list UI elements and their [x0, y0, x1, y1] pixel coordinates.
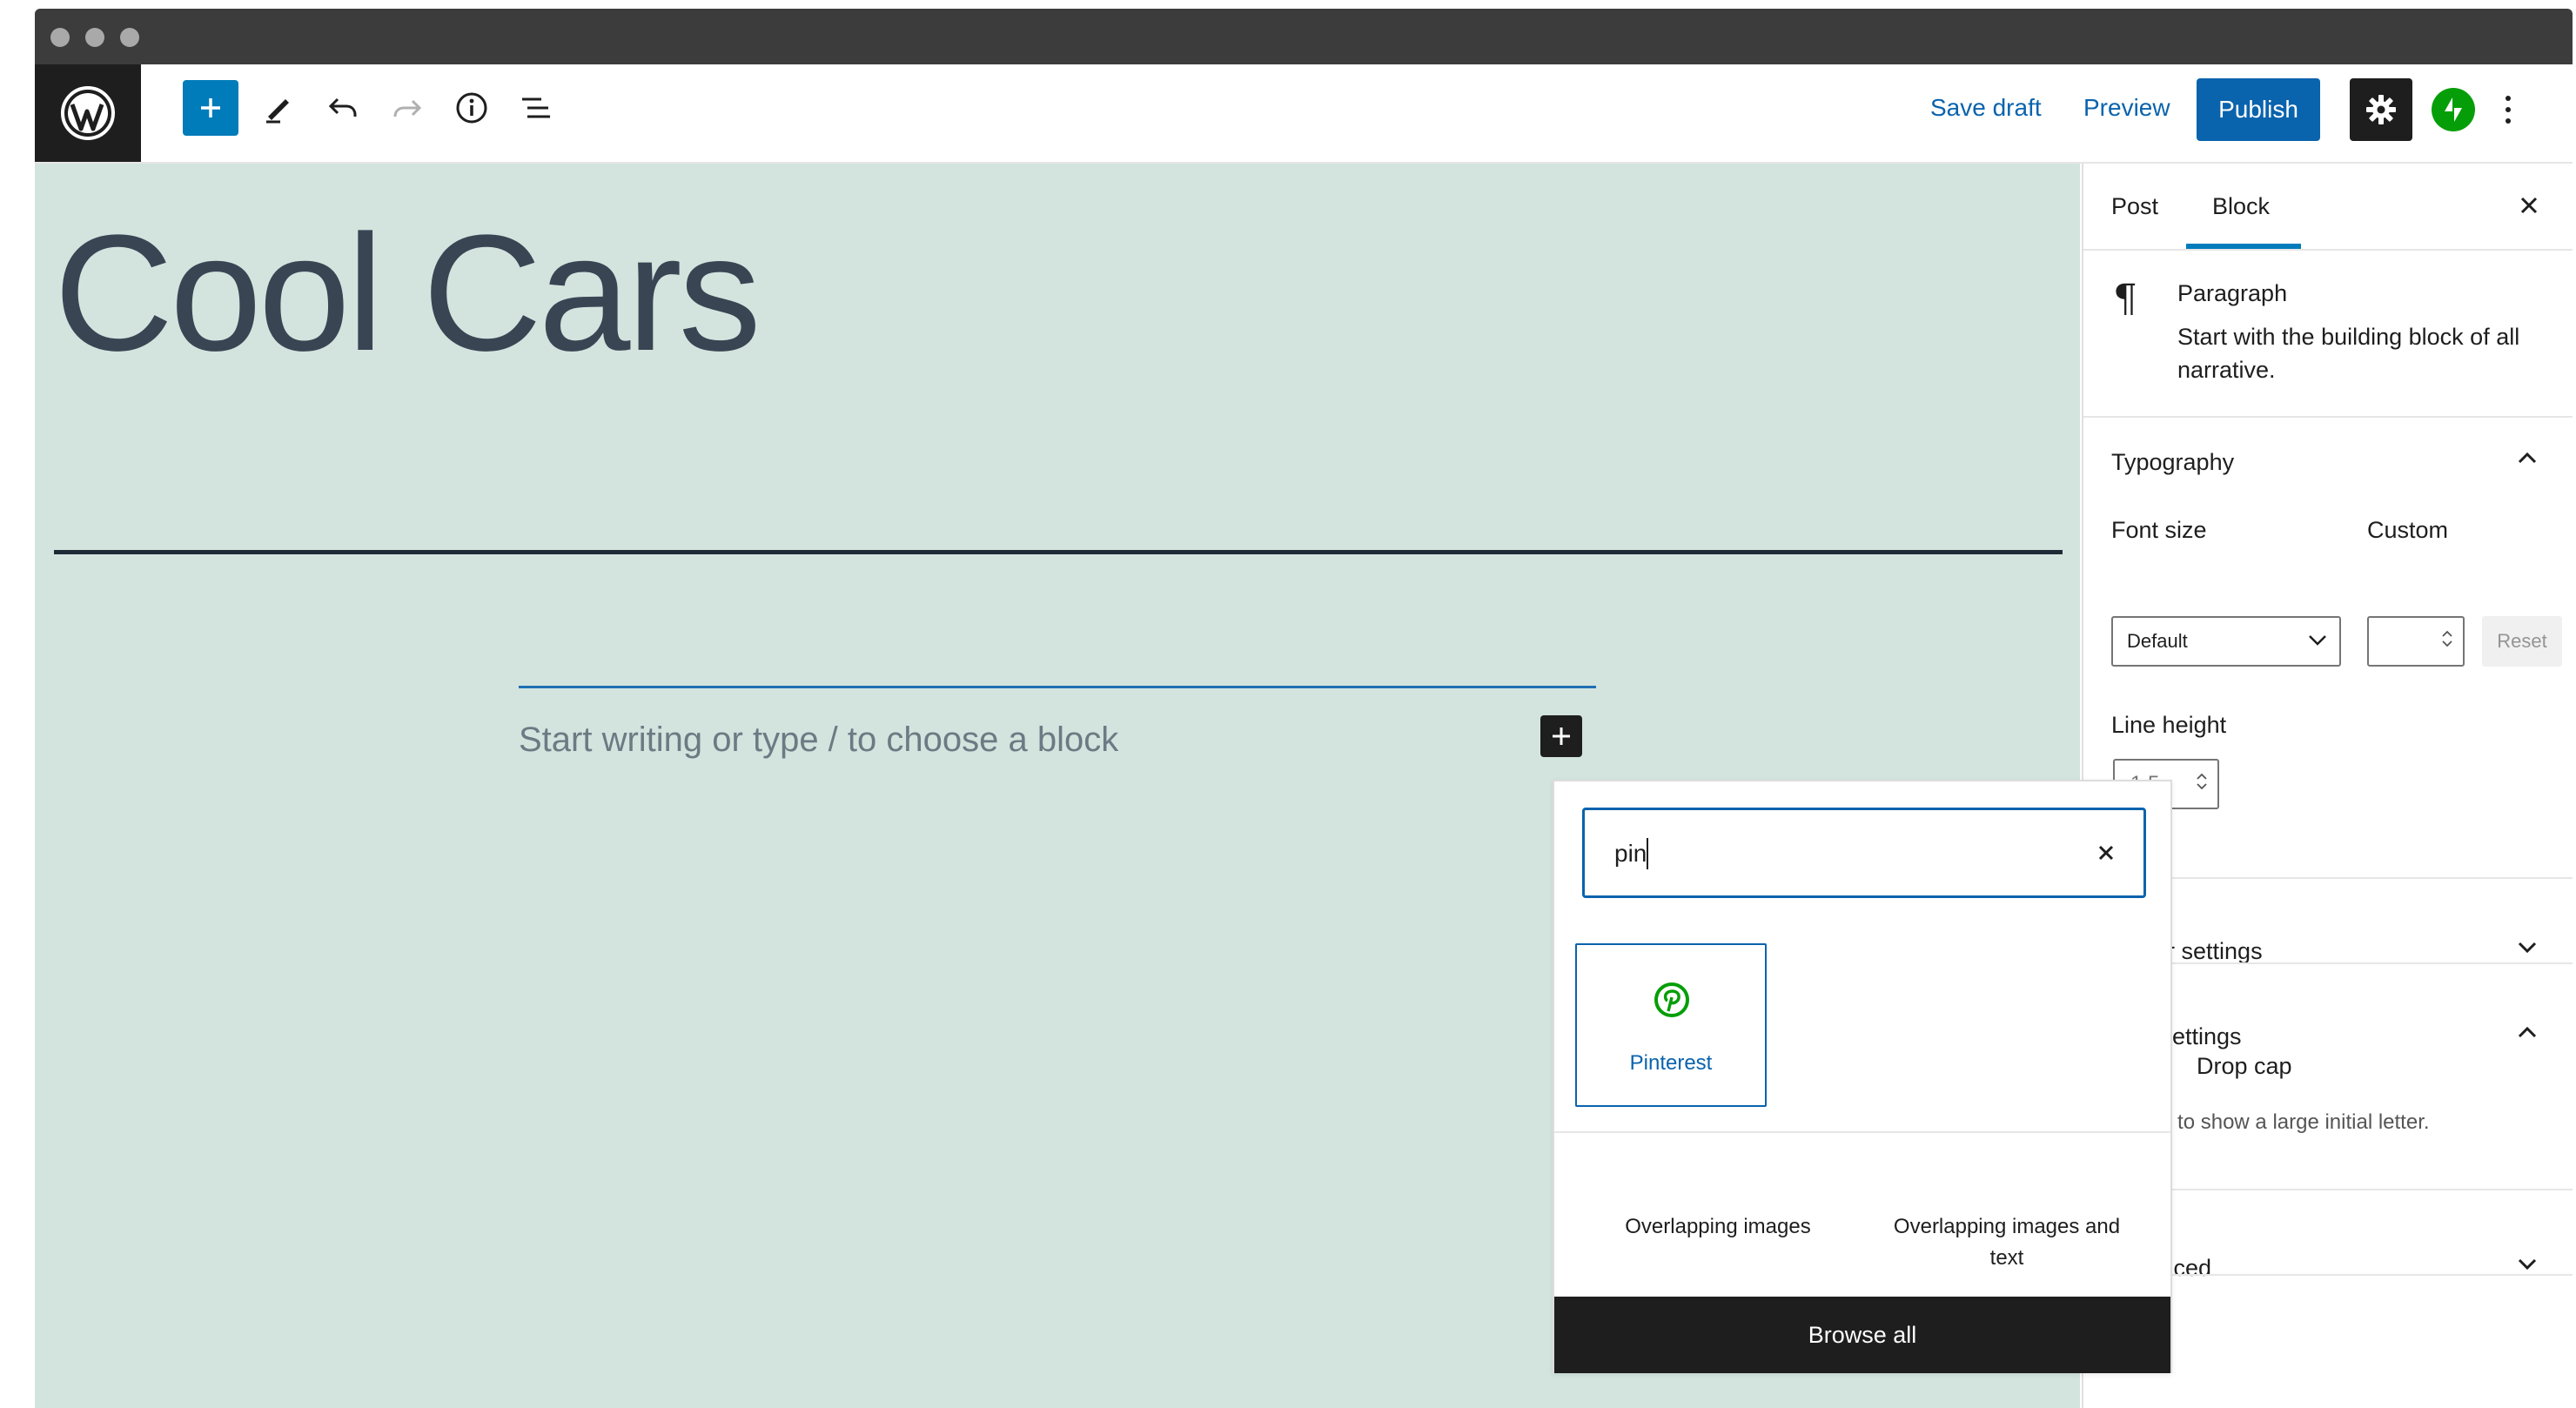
tab-block[interactable]: Block [2212, 164, 2270, 249]
block-inserter-popover: pin Pinterest Overlapping images Overlap… [1553, 780, 2172, 1373]
paragraph-block-outline [519, 686, 1596, 688]
plus-icon [1553, 727, 1570, 745]
block-search-input[interactable]: pin [1582, 808, 2146, 898]
chevron-up-icon [2518, 1026, 2537, 1038]
pattern-overlapping-images-text[interactable]: Overlapping images and text [1876, 1211, 2137, 1274]
paragraph-placeholder[interactable]: Start writing or type / to choose a bloc… [519, 721, 1118, 760]
more-options-button[interactable] [2499, 91, 2517, 129]
drop-cap-help: ggle to show a large initial letter. [2132, 1110, 2430, 1134]
block-card-description: Start with the building block of all nar… [2177, 324, 2520, 383]
close-sidebar-button[interactable] [2513, 190, 2545, 221]
tab-post[interactable]: Post [2111, 164, 2158, 249]
search-value: pin [1614, 840, 1647, 867]
window-titlebar [35, 9, 2573, 64]
undo-button[interactable] [315, 80, 371, 136]
chevron-down-icon [2518, 1258, 2537, 1270]
save-draft-button[interactable]: Save draft [1930, 94, 2042, 122]
block-card-title: Paragraph [2177, 280, 2288, 306]
chevron-down-icon [2518, 942, 2537, 953]
add-block-button[interactable] [183, 80, 238, 136]
wordpress-logo-button[interactable] [35, 64, 141, 162]
clear-search-button[interactable] [2093, 840, 2119, 866]
jetpack-button[interactable] [2432, 88, 2475, 131]
custom-size-input[interactable] [2367, 616, 2465, 667]
redo-icon [393, 99, 422, 117]
text-cursor [1647, 838, 1648, 869]
inline-add-block-button[interactable] [1540, 715, 1582, 757]
window-zoom-dot[interactable] [120, 28, 139, 47]
color-settings-toggle[interactable] [2513, 933, 2541, 961]
close-icon [2520, 197, 2538, 214]
browse-all-button[interactable]: Browse all [1554, 1297, 2170, 1373]
settings-button[interactable] [2350, 78, 2412, 141]
text-settings-toggle[interactable] [2513, 1018, 2541, 1046]
info-icon [456, 92, 487, 124]
separator-block[interactable] [54, 550, 2063, 554]
divider [1554, 1131, 2170, 1133]
preview-button[interactable]: Preview [2083, 94, 2170, 122]
divider [2083, 416, 2573, 418]
browser-window: Save draft Preview Publish Cool Cars Sta… [35, 9, 2573, 1408]
typography-panel-title[interactable]: Typography [2111, 449, 2234, 476]
dot-icon [2506, 107, 2511, 112]
list-view-button[interactable] [508, 80, 564, 136]
pattern-overlapping-images[interactable]: Overlapping images [1603, 1211, 1833, 1243]
font-size-select[interactable]: Default [2111, 616, 2341, 667]
publish-button[interactable]: Publish [2197, 78, 2320, 141]
undo-icon [328, 97, 357, 117]
jetpack-icon [2445, 97, 2462, 122]
stepper-icon [2197, 773, 2207, 790]
block-result-label: Pinterest [1629, 1051, 1713, 1075]
plus-icon [201, 98, 220, 117]
redo-button[interactable] [379, 80, 435, 136]
font-size-value: Default [2127, 630, 2188, 652]
window-close-dot[interactable] [50, 28, 70, 47]
details-button[interactable] [444, 80, 500, 136]
chevron-up-icon [2518, 452, 2537, 464]
reset-font-size-button[interactable]: Reset [2482, 616, 2562, 667]
gear-icon [2366, 95, 2396, 124]
stepper-icon [2442, 630, 2452, 647]
paragraph-icon: ¶ [2113, 277, 2137, 321]
dot-icon [2506, 96, 2511, 101]
block-result-pinterest[interactable]: Pinterest [1575, 943, 1767, 1107]
drop-cap-label: Drop cap [2197, 1053, 2292, 1079]
post-title[interactable]: Cool Cars [54, 211, 761, 376]
block-editor: Save draft Preview Publish Cool Cars Sta… [35, 64, 2573, 1408]
pinterest-icon [1654, 982, 1689, 1017]
wordpress-icon [61, 86, 115, 140]
editor-toolbar: Save draft Preview Publish [35, 64, 2573, 164]
close-icon [2098, 845, 2114, 861]
line-height-label: Line height [2111, 712, 2227, 738]
divider [2083, 249, 2573, 251]
tools-button[interactable] [251, 80, 306, 136]
list-view-icon [522, 97, 550, 118]
dot-icon [2506, 118, 2511, 124]
custom-size-label: Custom [2367, 517, 2449, 543]
typography-toggle[interactable] [2513, 444, 2541, 472]
pencil-icon [266, 99, 289, 124]
window-minimize-dot[interactable] [85, 28, 104, 47]
chevron-down-icon [2309, 635, 2326, 646]
font-size-label: Font size [2111, 517, 2207, 543]
